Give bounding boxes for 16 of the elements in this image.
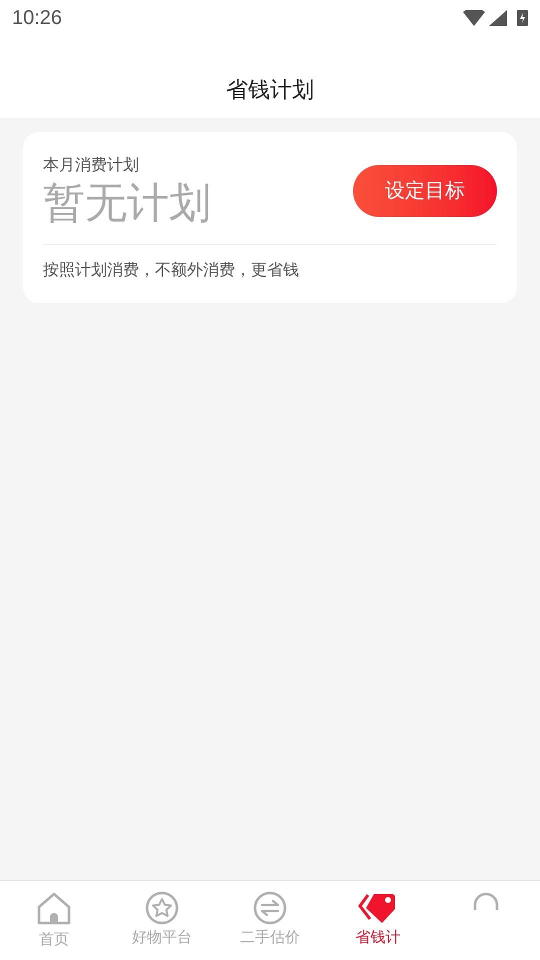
tab-item[interactable]: 首页	[0, 881, 108, 960]
battery-icon	[517, 10, 528, 26]
set-goal-button[interactable]: 设定目标	[353, 165, 497, 217]
page-title: 省钱计划	[226, 76, 314, 104]
plan-value: 暂无计划	[43, 178, 211, 228]
status-time: 10:26	[12, 6, 62, 31]
home-icon	[36, 891, 72, 927]
plan-caption: 本月消费计划	[43, 156, 140, 176]
signal-icon	[489, 10, 507, 26]
tag-icon	[358, 891, 398, 925]
tab-item[interactable]: 省钱计	[324, 881, 432, 960]
wifi-icon	[463, 10, 485, 26]
tab-item[interactable]: 好物平台	[108, 881, 216, 960]
exchange-icon	[253, 891, 287, 925]
tab-item[interactable]: 二手估价	[216, 881, 324, 960]
plan-tip: 按照计划消费，不额外消费，更省钱	[43, 260, 300, 281]
